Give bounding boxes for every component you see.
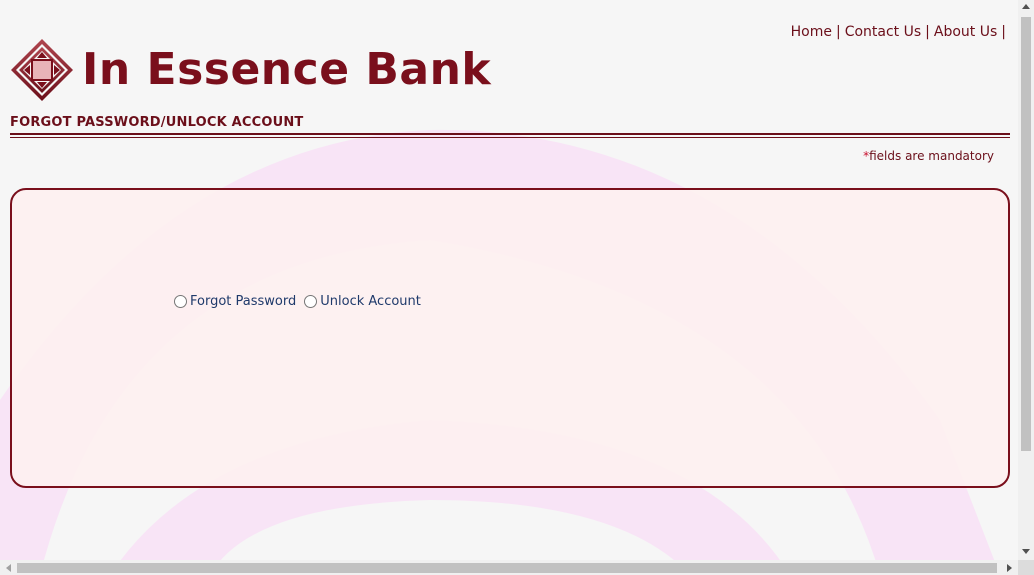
- nav-link-home[interactable]: Home: [791, 24, 832, 40]
- diamond-logo-icon: [11, 39, 73, 101]
- scroll-right-arrow-icon[interactable]: [1007, 564, 1012, 572]
- scrollbar-corner: [1018, 560, 1034, 575]
- recovery-options: Forgot Password Unlock Account: [174, 294, 429, 309]
- page: Home | Contact Us | About Us | In Essence Ban…: [0, 0, 1018, 560]
- nav-link-about-us[interactable]: About Us: [934, 24, 997, 40]
- horizontal-scrollbar[interactable]: [0, 560, 1018, 575]
- forgot-password-option[interactable]: Forgot Password: [174, 294, 296, 309]
- mandatory-text: fields are mandatory: [869, 149, 994, 163]
- page-title: FORGOT PASSWORD/UNLOCK ACCOUNT: [10, 115, 304, 130]
- bank-logo[interactable]: In Essence Bank: [10, 38, 491, 102]
- scroll-down-arrow-icon[interactable]: [1022, 549, 1030, 554]
- title-divider: [10, 133, 1010, 135]
- top-nav: Home | Contact Us | About Us |: [791, 24, 1010, 40]
- scroll-up-arrow-icon[interactable]: [1022, 4, 1030, 9]
- forgot-password-label: Forgot Password: [190, 294, 297, 309]
- forgot-password-radio[interactable]: [174, 295, 187, 308]
- unlock-account-radio[interactable]: [304, 295, 318, 308]
- scroll-left-arrow-icon[interactable]: [6, 564, 11, 572]
- mandatory-note: *fields are mandatory: [863, 149, 994, 163]
- vertical-scroll-thumb[interactable]: [1021, 17, 1031, 451]
- horizontal-scroll-thumb[interactable]: [17, 563, 997, 573]
- nav-separator: |: [835, 24, 841, 40]
- unlock-account-label: Unlock Account: [320, 294, 421, 309]
- vertical-scrollbar[interactable]: [1018, 0, 1034, 560]
- nav-separator: |: [925, 24, 930, 40]
- title-divider-thin: [10, 137, 1010, 138]
- unlock-account-option[interactable]: Unlock Account: [304, 294, 421, 309]
- nav-separator: |: [1001, 24, 1006, 40]
- recovery-form-panel: Forgot Password Unlock Account: [10, 188, 1010, 488]
- nav-link-contact-us[interactable]: Contact Us: [845, 24, 921, 40]
- brand-name: In Essence Bank: [82, 44, 492, 95]
